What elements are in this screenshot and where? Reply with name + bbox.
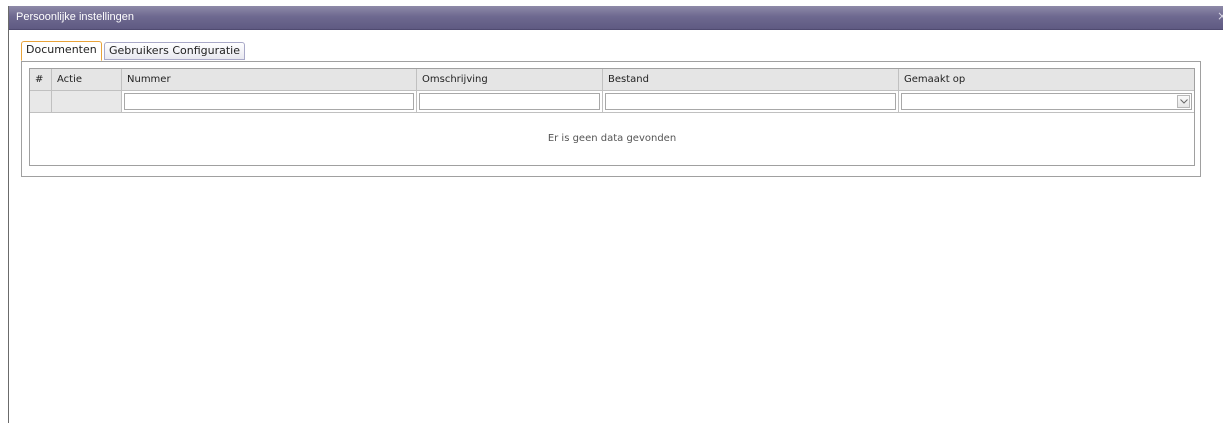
tab-panel-documenten: # Actie Nummer Omschrijving Bestand Gema…: [21, 61, 1201, 177]
column-header-index[interactable]: #: [30, 69, 52, 90]
window-titlebar[interactable]: Persoonlijke instellingen ×: [9, 6, 1223, 30]
filter-cell-gemaakt-op: [899, 91, 1194, 112]
grid-header-row: # Actie Nummer Omschrijving Bestand Gema…: [30, 69, 1194, 91]
chevron-down-icon: [1180, 99, 1188, 104]
filter-input-nummer[interactable]: [124, 93, 414, 110]
tab-gebruikers-configuratie[interactable]: Gebruikers Configuratie: [104, 42, 245, 60]
filter-cell-omschrijving: [417, 91, 603, 112]
filter-cell-index: [30, 91, 52, 112]
settings-window: Persoonlijke instellingen × Documenten G…: [8, 6, 1223, 423]
documents-grid: # Actie Nummer Omschrijving Bestand Gema…: [29, 68, 1195, 166]
column-header-omschrijving[interactable]: Omschrijving: [417, 69, 603, 90]
column-header-gemaakt-op[interactable]: Gemaakt op: [899, 69, 1194, 90]
filter-select-gemaakt-op[interactable]: [901, 93, 1192, 110]
filter-cell-actie: [52, 91, 122, 112]
column-header-bestand[interactable]: Bestand: [603, 69, 899, 90]
column-header-actie[interactable]: Actie: [52, 69, 122, 90]
column-header-nummer[interactable]: Nummer: [122, 69, 417, 90]
window-title: Persoonlijke instellingen: [16, 11, 135, 23]
dropdown-button[interactable]: [1177, 95, 1190, 108]
filter-input-bestand[interactable]: [605, 93, 896, 110]
filter-input-omschrijving[interactable]: [419, 93, 600, 110]
close-icon[interactable]: ×: [1217, 9, 1223, 23]
filter-cell-nummer: [122, 91, 417, 112]
filter-cell-bestand: [603, 91, 899, 112]
grid-filter-row: [30, 91, 1194, 113]
empty-state-message: Er is geen data gevonden: [547, 133, 677, 144]
tab-documenten[interactable]: Documenten: [21, 41, 102, 61]
